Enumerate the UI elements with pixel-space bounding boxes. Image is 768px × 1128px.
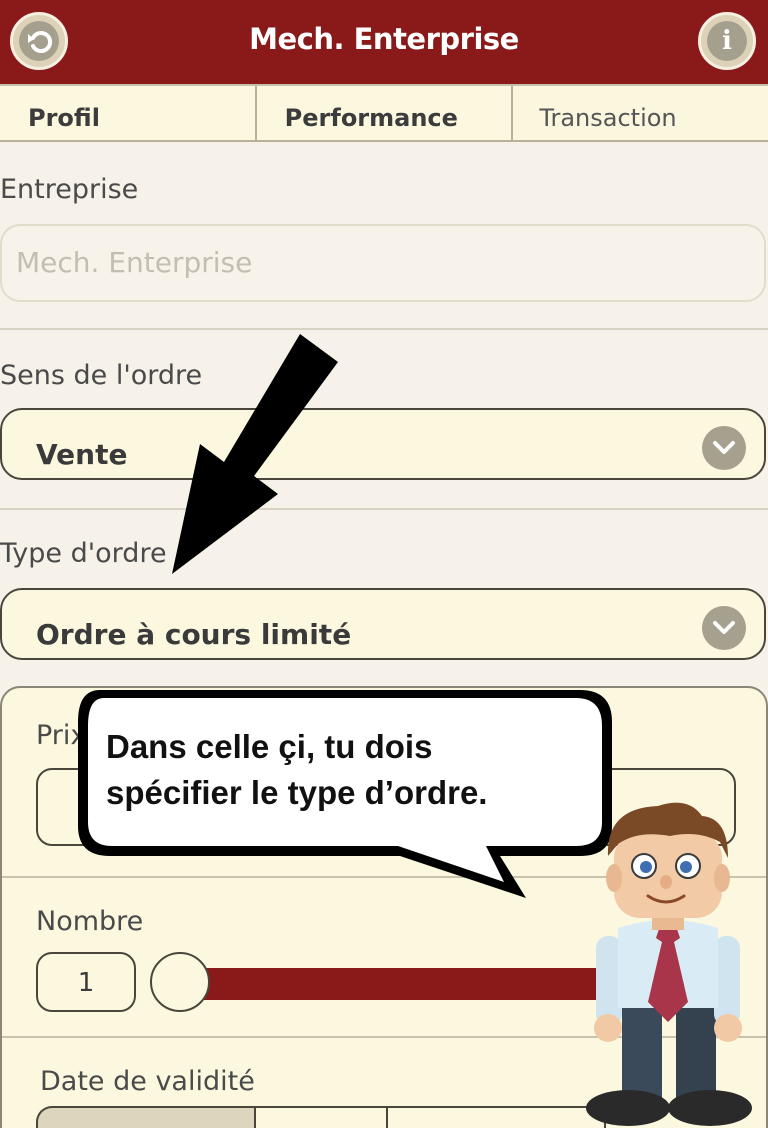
order-type-label: Type d'ordre: [0, 538, 167, 569]
tab-transaction[interactable]: Transaction: [513, 86, 768, 140]
validity-option-2[interactable]: [254, 1106, 388, 1128]
mascot-character: [586, 802, 752, 1126]
order-type-select[interactable]: Ordre à cours limité: [0, 588, 766, 660]
quantity-value: 1: [77, 968, 95, 998]
direction-value: Vente: [36, 438, 128, 471]
quantity-input[interactable]: 1: [36, 952, 136, 1012]
info-icon: i: [707, 21, 747, 61]
tutorial-arrow-icon: [172, 334, 338, 574]
tab-profil[interactable]: Profil: [0, 86, 257, 140]
tab-label: Performance: [284, 104, 458, 132]
chevron-down-icon: [702, 426, 746, 470]
divider: [0, 328, 768, 330]
quantity-label: Nombre: [36, 906, 144, 937]
company-label: Entreprise: [0, 174, 139, 205]
order-type-value: Ordre à cours limité: [36, 618, 352, 651]
tutorial-bubble-text: Dans celle çi, tu dois spécifier le type…: [106, 728, 488, 811]
validity-label: Date de validité: [40, 1066, 255, 1097]
divider: [0, 508, 768, 510]
page-title: Mech. Enterprise: [249, 22, 519, 56]
chevron-down-icon: [702, 606, 746, 650]
quantity-slider-handle[interactable]: [150, 952, 210, 1012]
info-button[interactable]: i: [698, 12, 756, 70]
tab-bar: Profil Performance Transaction: [0, 84, 768, 142]
direction-select[interactable]: Vente: [0, 408, 766, 480]
tab-performance[interactable]: Performance: [256, 86, 514, 140]
validity-option-3[interactable]: [386, 1106, 606, 1128]
company-placeholder: Mech. Enterprise: [16, 246, 253, 279]
tab-label: Profil: [28, 104, 100, 132]
tab-label: Transaction: [539, 104, 677, 132]
company-field[interactable]: Mech. Enterprise: [0, 224, 766, 302]
app-header: Mech. Enterprise i: [0, 0, 768, 84]
validity-option-1[interactable]: [36, 1106, 256, 1128]
